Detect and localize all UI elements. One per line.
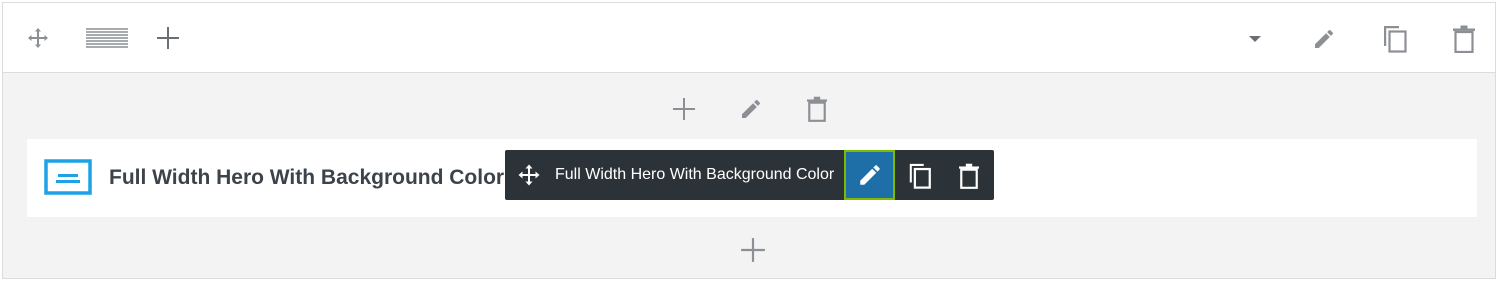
column-trash-icon[interactable] — [804, 94, 830, 124]
column-controls — [3, 91, 1495, 127]
row-toolbar — [3, 3, 1495, 73]
row-duplicate-icon[interactable] — [1379, 23, 1411, 55]
module-trash-icon[interactable] — [955, 161, 983, 191]
caret-down-icon[interactable] — [1243, 27, 1267, 51]
module-banner-icon — [43, 159, 93, 197]
row-trash-icon[interactable] — [1449, 23, 1479, 55]
move-icon[interactable] — [25, 25, 51, 51]
add-module-icon[interactable] — [670, 95, 698, 123]
module-toolbar-label: Full Width Hero With Background Color — [555, 166, 835, 183]
add-module-below-icon[interactable] — [738, 235, 768, 265]
row-edit-pencil-icon[interactable] — [1310, 25, 1338, 53]
module-title: Full Width Hero With Background Color — [109, 166, 505, 189]
module-toolbar: Full Width Hero With Background Color — [505, 150, 994, 200]
module-duplicate-icon[interactable] — [903, 161, 937, 191]
row-layout-icon[interactable] — [85, 25, 129, 51]
add-row-icon[interactable] — [155, 25, 181, 51]
pencil-icon — [859, 165, 880, 185]
module-edit-button[interactable] — [844, 150, 895, 200]
page-builder-row: Full Width Hero With Background Color — [2, 2, 1496, 279]
column-edit-pencil-icon[interactable] — [737, 95, 765, 123]
module-move-icon[interactable] — [517, 163, 541, 187]
